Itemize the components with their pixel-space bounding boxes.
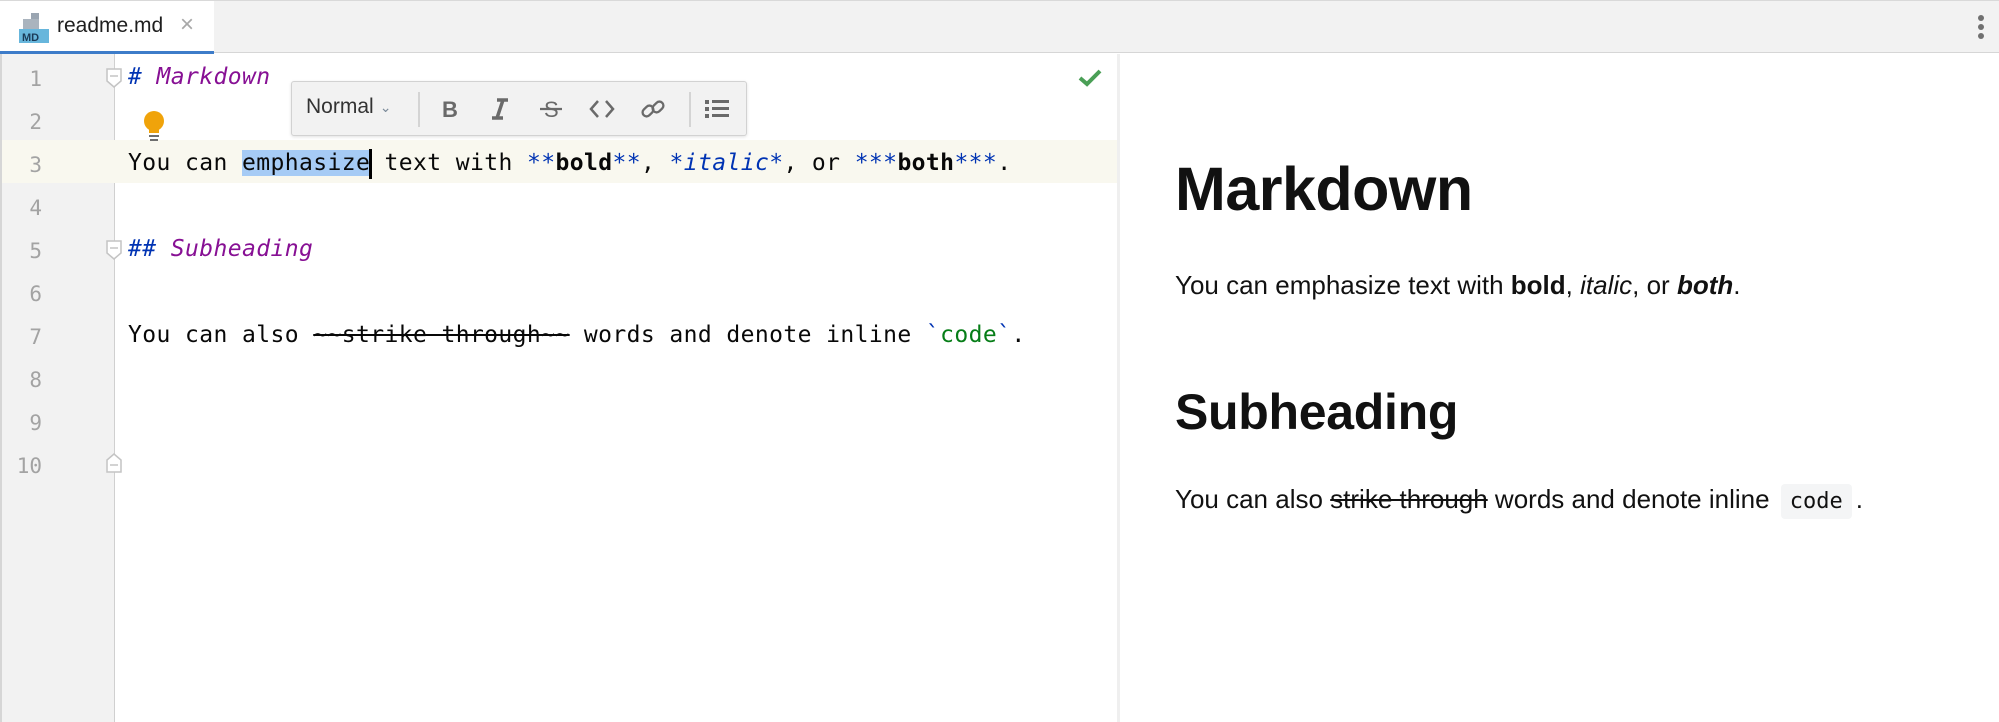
tab-readme[interactable]: MD readme.md × — [0, 1, 214, 55]
link-button[interactable] — [636, 92, 670, 126]
text: , or — [1632, 270, 1677, 300]
text: . — [1011, 322, 1026, 348]
strikethrough-text: strike through — [1330, 484, 1488, 514]
bold-button[interactable]: B — [432, 92, 466, 126]
bold-italic-text: both — [897, 150, 955, 176]
line-number: 5 — [29, 239, 42, 263]
italic-text: italic — [683, 150, 770, 176]
text: . — [1855, 484, 1864, 514]
text: You can also — [128, 322, 314, 348]
svg-text:MD: MD — [22, 32, 39, 43]
inline-code-text: code — [940, 322, 998, 348]
strikethrough-button[interactable]: S — [534, 92, 568, 126]
line-number: 4 — [29, 196, 42, 220]
code-button[interactable] — [585, 92, 619, 126]
markdown-preview: Markdown You can emphasize text with bol… — [1120, 54, 1999, 722]
code-icon — [589, 100, 615, 118]
code-marker: ` — [997, 322, 1012, 348]
selected-text: emphasize — [241, 150, 371, 176]
text: . — [1733, 270, 1741, 300]
line-number: 8 — [29, 368, 42, 392]
italic-icon — [492, 98, 508, 120]
markdown-format-toolbar: Normal ⌄ B S — [291, 81, 747, 136]
code-line-1[interactable]: # Markdown — [128, 56, 270, 99]
text: You can also — [1175, 484, 1331, 514]
text: , — [640, 150, 670, 176]
strikethrough-text: ~~strike through~~ — [313, 322, 570, 348]
editor-tab-bar: MD readme.md × — [0, 0, 1999, 55]
bold-marker: ** — [612, 150, 641, 176]
text: words and denote inline — [569, 322, 926, 348]
line-number: 10 — [16, 454, 42, 478]
text: , — [1565, 270, 1581, 300]
line-number: 7 — [29, 325, 42, 349]
bold-text: bold — [1510, 270, 1566, 300]
fold-start-icon[interactable] — [106, 68, 122, 88]
chevron-down-icon: ⌄ — [379, 98, 392, 115]
line-number: 3 — [29, 153, 42, 177]
line-number: 2 — [29, 110, 42, 134]
preview-paragraph-2: You can also strike through words and de… — [1175, 484, 1864, 519]
code-line-3[interactable]: You can emphasize text with **bold**, *i… — [128, 142, 1011, 185]
toolbar-divider — [689, 92, 691, 127]
markdown-file-icon: MD — [19, 13, 49, 43]
no-problems-check-icon[interactable] — [1078, 68, 1102, 88]
more-options-icon[interactable] — [1971, 13, 1991, 43]
tab-filename: readme.md — [57, 14, 164, 37]
preview-heading-1: Markdown — [1175, 155, 1473, 223]
code-line-5[interactable]: ## Subheading — [128, 228, 313, 271]
bulleted-list-button[interactable] — [700, 92, 734, 126]
text: . — [997, 150, 1012, 176]
link-icon — [641, 100, 665, 118]
fold-start-icon[interactable] — [106, 240, 122, 260]
text: , or — [783, 150, 855, 176]
code-marker: ` — [925, 322, 941, 348]
code-line-7[interactable]: You can also ~~strike through~~ words an… — [128, 314, 1026, 357]
line-number: 1 — [29, 67, 42, 91]
italic-marker: * — [669, 150, 684, 176]
bold-icon: B — [442, 97, 458, 122]
bold-marker: ** — [526, 150, 556, 176]
bold-italic-text: both — [1676, 270, 1734, 300]
preview-heading-2: Subheading — [1175, 384, 1459, 440]
line-number-gutter[interactable]: 1 2 3 4 5 6 7 8 9 10 — [0, 54, 115, 722]
text: words and denote inline — [1487, 484, 1777, 514]
toolbar-divider — [418, 92, 420, 127]
text: text with — [370, 150, 527, 176]
fold-end-icon[interactable] — [106, 453, 122, 473]
preview-paragraph-1: You can emphasize text with bold, italic… — [1175, 270, 1740, 301]
close-tab-icon[interactable]: × — [180, 13, 194, 37]
heading-marker: # — [128, 64, 143, 90]
heading-marker: ## — [128, 236, 157, 262]
italic-marker: * — [769, 150, 784, 176]
bold-italic-marker: *** — [854, 150, 898, 176]
bulleted-list-icon — [705, 100, 729, 118]
heading-text: Subheading — [156, 236, 314, 262]
paragraph-style-dropdown[interactable]: Normal ⌄ — [306, 95, 391, 119]
bold-text: bold — [555, 150, 613, 176]
line-number: 9 — [29, 411, 42, 435]
italic-text: italic — [1580, 270, 1633, 300]
italic-button[interactable] — [483, 92, 517, 126]
paragraph-style-value: Normal — [306, 95, 374, 118]
strikethrough-icon: S — [540, 97, 562, 122]
heading-text: Markdown — [142, 64, 271, 90]
bold-italic-marker: *** — [954, 150, 998, 176]
line-number: 6 — [29, 282, 42, 306]
inline-code: code — [1780, 484, 1852, 519]
text: You can emphasize text with — [1175, 270, 1511, 300]
svg-text:B: B — [442, 97, 458, 122]
text: You can — [128, 150, 242, 176]
lightbulb-icon[interactable] — [142, 110, 166, 144]
